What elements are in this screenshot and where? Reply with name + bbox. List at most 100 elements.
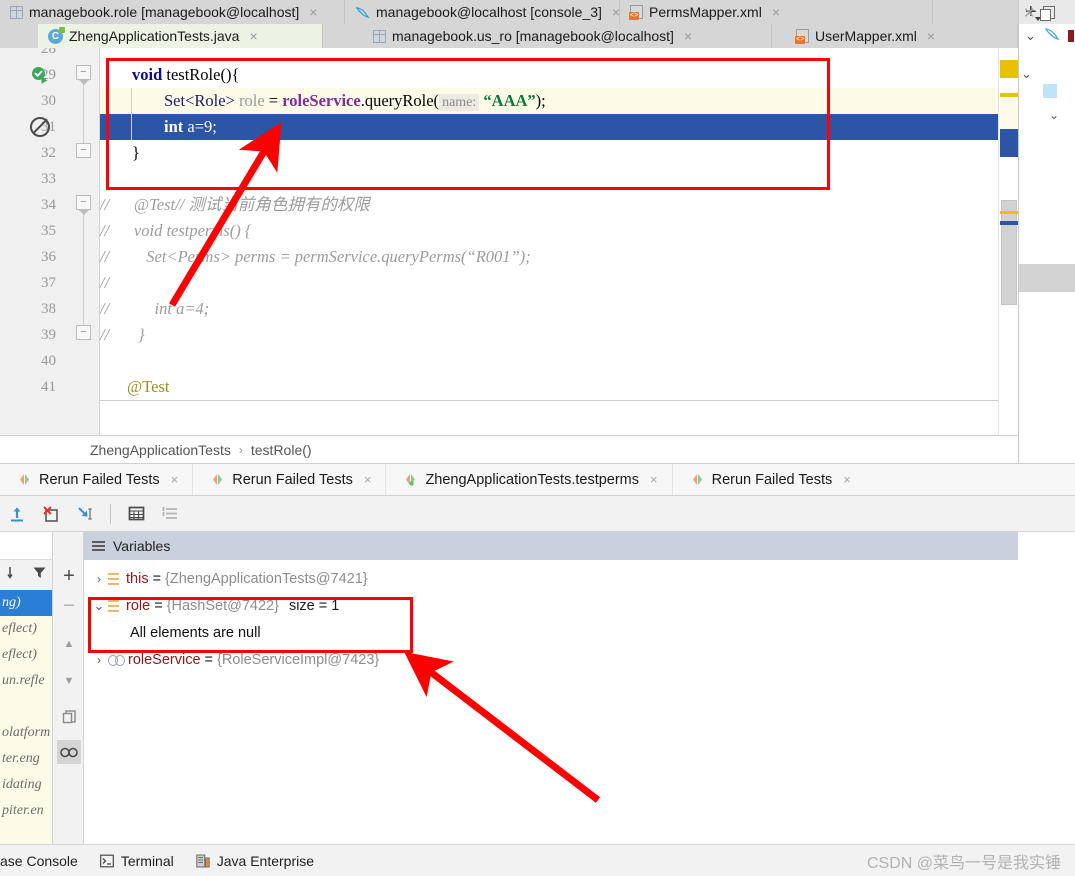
move-down-icon[interactable]: ▼ — [57, 669, 81, 693]
breakpoint-disabled-icon[interactable] — [30, 117, 50, 137]
frame-row[interactable]: un.refle — [0, 668, 52, 694]
variables-toolbar: + − ▲ ▼ — [52, 532, 84, 844]
frame-row[interactable]: eflect) — [0, 616, 52, 642]
close-icon[interactable]: ✕ — [1023, 4, 1036, 22]
scrollbar-thumb[interactable] — [1001, 200, 1017, 305]
expand-chevron-icon[interactable]: › — [90, 653, 108, 667]
equals-sign: = — [154, 597, 163, 614]
line-number: 39 — [41, 327, 56, 343]
run-to-cursor-icon[interactable] — [70, 500, 100, 528]
tab-zhengapplicationtests-java[interactable]: C ZhengApplicationTests.java × — [38, 24, 323, 48]
close-icon[interactable]: × — [684, 29, 692, 43]
move-up-icon[interactable]: ▲ — [57, 632, 81, 656]
close-icon[interactable]: × — [171, 472, 179, 487]
close-icon[interactable]: × — [772, 5, 780, 19]
line-number: 35 — [41, 223, 56, 239]
frames-panel[interactable]: ng) eflect) eflect) un.refle olatform te… — [0, 532, 52, 844]
breadcrumb-method[interactable]: testRole() — [251, 442, 312, 458]
chevron-down-icon[interactable]: ⌄ — [1021, 66, 1032, 82]
console-icon[interactable] — [1044, 26, 1061, 47]
variable-row-roleservice[interactable]: › roleService = {RoleServiceImpl@7423} — [84, 646, 1018, 673]
fold-collapse-icon[interactable]: − — [76, 65, 91, 85]
tab-managebook-console[interactable]: managebook@localhost [console_3] × — [345, 0, 620, 24]
settings-list-icon[interactable] — [155, 500, 185, 528]
frame-row[interactable]: olatform — [0, 720, 52, 746]
expand-chevron-icon[interactable]: › — [90, 572, 108, 586]
csdn-watermark: CSDN @菜鸟一号是我实锤 — [866, 854, 1061, 872]
rerun-failed-icon — [18, 473, 31, 486]
breadcrumb[interactable]: ZhengApplicationTests › testRole() — [0, 435, 1018, 463]
editor-error-stripe[interactable] — [998, 48, 1018, 435]
copy-icon[interactable] — [1039, 5, 1055, 21]
console-icon — [355, 5, 370, 20]
tab-usermapper-xml[interactable]: UserMapper.xml × — [772, 24, 1018, 48]
remove-watch-icon[interactable]: − — [57, 594, 81, 618]
editor-tab-row-bottom: C ZhengApplicationTests.java × manageboo… — [0, 24, 1018, 48]
panel-block — [1019, 264, 1075, 292]
watches-glasses-icon[interactable] — [57, 740, 81, 764]
divider — [100, 400, 1000, 401]
status-bar: ase Console Terminal Java Enterprise CSD… — [0, 844, 1075, 876]
code-text-area[interactable]: void testRole(){ Set<Role> role = roleSe… — [100, 48, 1018, 435]
equals-sign: = — [152, 570, 162, 587]
run-test-icon[interactable] — [30, 65, 50, 85]
frame-row[interactable]: ng) — [0, 590, 52, 616]
frame-row[interactable]: idating — [0, 772, 52, 798]
tab-managebook-role[interactable]: managebook.role [managebook@localhost] × — [0, 0, 345, 24]
frame-row[interactable]: eflect) — [0, 642, 52, 668]
variable-row-this[interactable]: › this = {ZhengApplicationTests@7421} — [84, 565, 1018, 592]
status-terminal[interactable]: Terminal — [99, 852, 174, 869]
copy-value-icon[interactable] — [57, 704, 81, 728]
close-icon[interactable]: × — [612, 5, 620, 19]
close-icon[interactable]: × — [364, 472, 372, 487]
variable-value: {HashSet@7422} — [166, 597, 279, 614]
variable-row-role[interactable]: ⌄ role = {HashSet@7422} size = 1 — [84, 592, 1018, 619]
status-label: ase Console — [0, 852, 78, 869]
line-number: 40 — [41, 353, 56, 369]
status-label: Terminal — [120, 852, 174, 869]
variable-name: this — [126, 570, 149, 587]
test-tab-rerun-failed-1[interactable]: Rerun Failed Tests × — [0, 464, 194, 495]
marker-icon — [1067, 30, 1074, 42]
close-icon[interactable]: × — [249, 29, 257, 43]
variables-panel[interactable]: Variables › this = {ZhengApplicationTest… — [84, 532, 1018, 844]
chevron-down-icon[interactable]: ⌄ — [1025, 28, 1036, 44]
close-icon[interactable]: × — [843, 472, 851, 487]
filter-icon[interactable] — [32, 565, 47, 585]
close-icon[interactable]: × — [927, 29, 935, 43]
chevron-down-icon[interactable]: ⌄ — [1049, 108, 1059, 122]
sort-icon[interactable] — [6, 565, 21, 585]
fold-collapse-icon[interactable]: − — [76, 195, 91, 215]
close-icon[interactable]: × — [650, 472, 658, 487]
step-out-icon[interactable] — [2, 500, 32, 528]
code-line-39: // } — [100, 325, 145, 344]
frame-row[interactable]: ter.eng — [0, 746, 52, 772]
evaluate-expression-icon[interactable] — [121, 500, 151, 528]
toolbar-separator — [110, 503, 111, 524]
force-step-into-icon[interactable] — [36, 500, 66, 528]
tab-permsmapper-xml[interactable]: PermsMapper.xml × — [620, 0, 933, 24]
code-editor[interactable]: 28 29 30 31 32 33 34 35 36 37 38 39 40 4… — [0, 48, 1018, 435]
test-tab-rerun-failed-3[interactable]: Rerun Failed Tests × — [673, 464, 865, 495]
breadcrumb-class[interactable]: ZhengApplicationTests — [90, 442, 231, 458]
collapse-chevron-icon[interactable]: ⌄ — [90, 598, 108, 614]
frame-row[interactable]: piter.en — [0, 798, 52, 824]
code-line-37: // — [100, 273, 110, 292]
marker-selection — [1000, 129, 1018, 157]
marker-warning — [1000, 211, 1018, 214]
frame-row[interactable] — [0, 694, 52, 720]
add-watch-icon[interactable]: + — [57, 564, 81, 588]
ide-window: managebook.role [managebook@localhost] ×… — [0, 0, 1075, 876]
code-folding-gutter[interactable]: − − − − — [68, 48, 100, 435]
code-line-30: Set<Role> role = roleService.queryRole(n… — [164, 91, 546, 111]
line-number: 30 — [41, 93, 56, 109]
status-database-console[interactable]: ase Console — [0, 853, 78, 869]
status-java-enterprise[interactable]: Java Enterprise — [196, 853, 314, 869]
tab-managebook-us-ro[interactable]: managebook.us_ro [managebook@localhost] … — [323, 24, 772, 48]
fold-end-icon[interactable]: − — [76, 325, 91, 340]
fold-end-icon[interactable]: − — [76, 143, 91, 158]
test-tab-rerun-failed-2[interactable]: Rerun Failed Tests × — [193, 464, 387, 495]
test-tab-zhengapplicationtests-testperms[interactable]: ZhengApplicationTests.testperms × — [386, 464, 673, 495]
close-icon[interactable]: × — [309, 5, 317, 19]
rerun-failed-icon — [691, 473, 704, 486]
